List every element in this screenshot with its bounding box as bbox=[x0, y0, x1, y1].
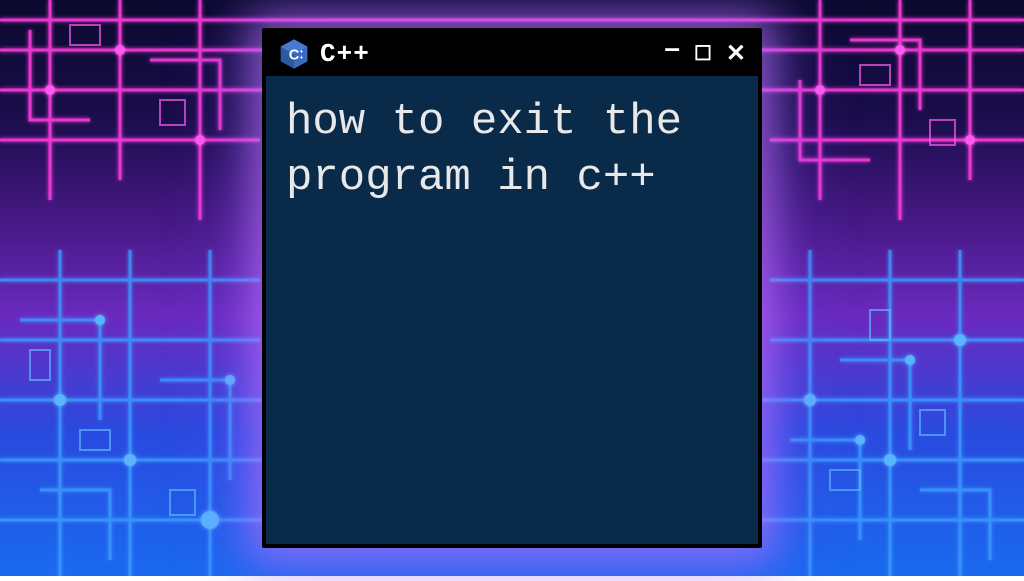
window-title: C++ bbox=[320, 39, 654, 69]
svg-text:+: + bbox=[300, 55, 304, 61]
terminal-content[interactable]: how to exit the program in c++ bbox=[266, 76, 758, 225]
window-titlebar[interactable]: C + + C++ – ☐ ✕ bbox=[266, 32, 758, 76]
window-controls: – ☐ ✕ bbox=[664, 40, 746, 68]
svg-text:C: C bbox=[289, 47, 300, 63]
svg-text:+: + bbox=[300, 49, 304, 55]
cpp-icon: C + + bbox=[278, 38, 310, 70]
close-button[interactable]: ✕ bbox=[726, 42, 746, 66]
terminal-window: C + + C++ – ☐ ✕ how to exit the program … bbox=[262, 28, 762, 548]
maximize-button[interactable]: ☐ bbox=[694, 44, 712, 64]
minimize-button[interactable]: – bbox=[664, 34, 680, 62]
